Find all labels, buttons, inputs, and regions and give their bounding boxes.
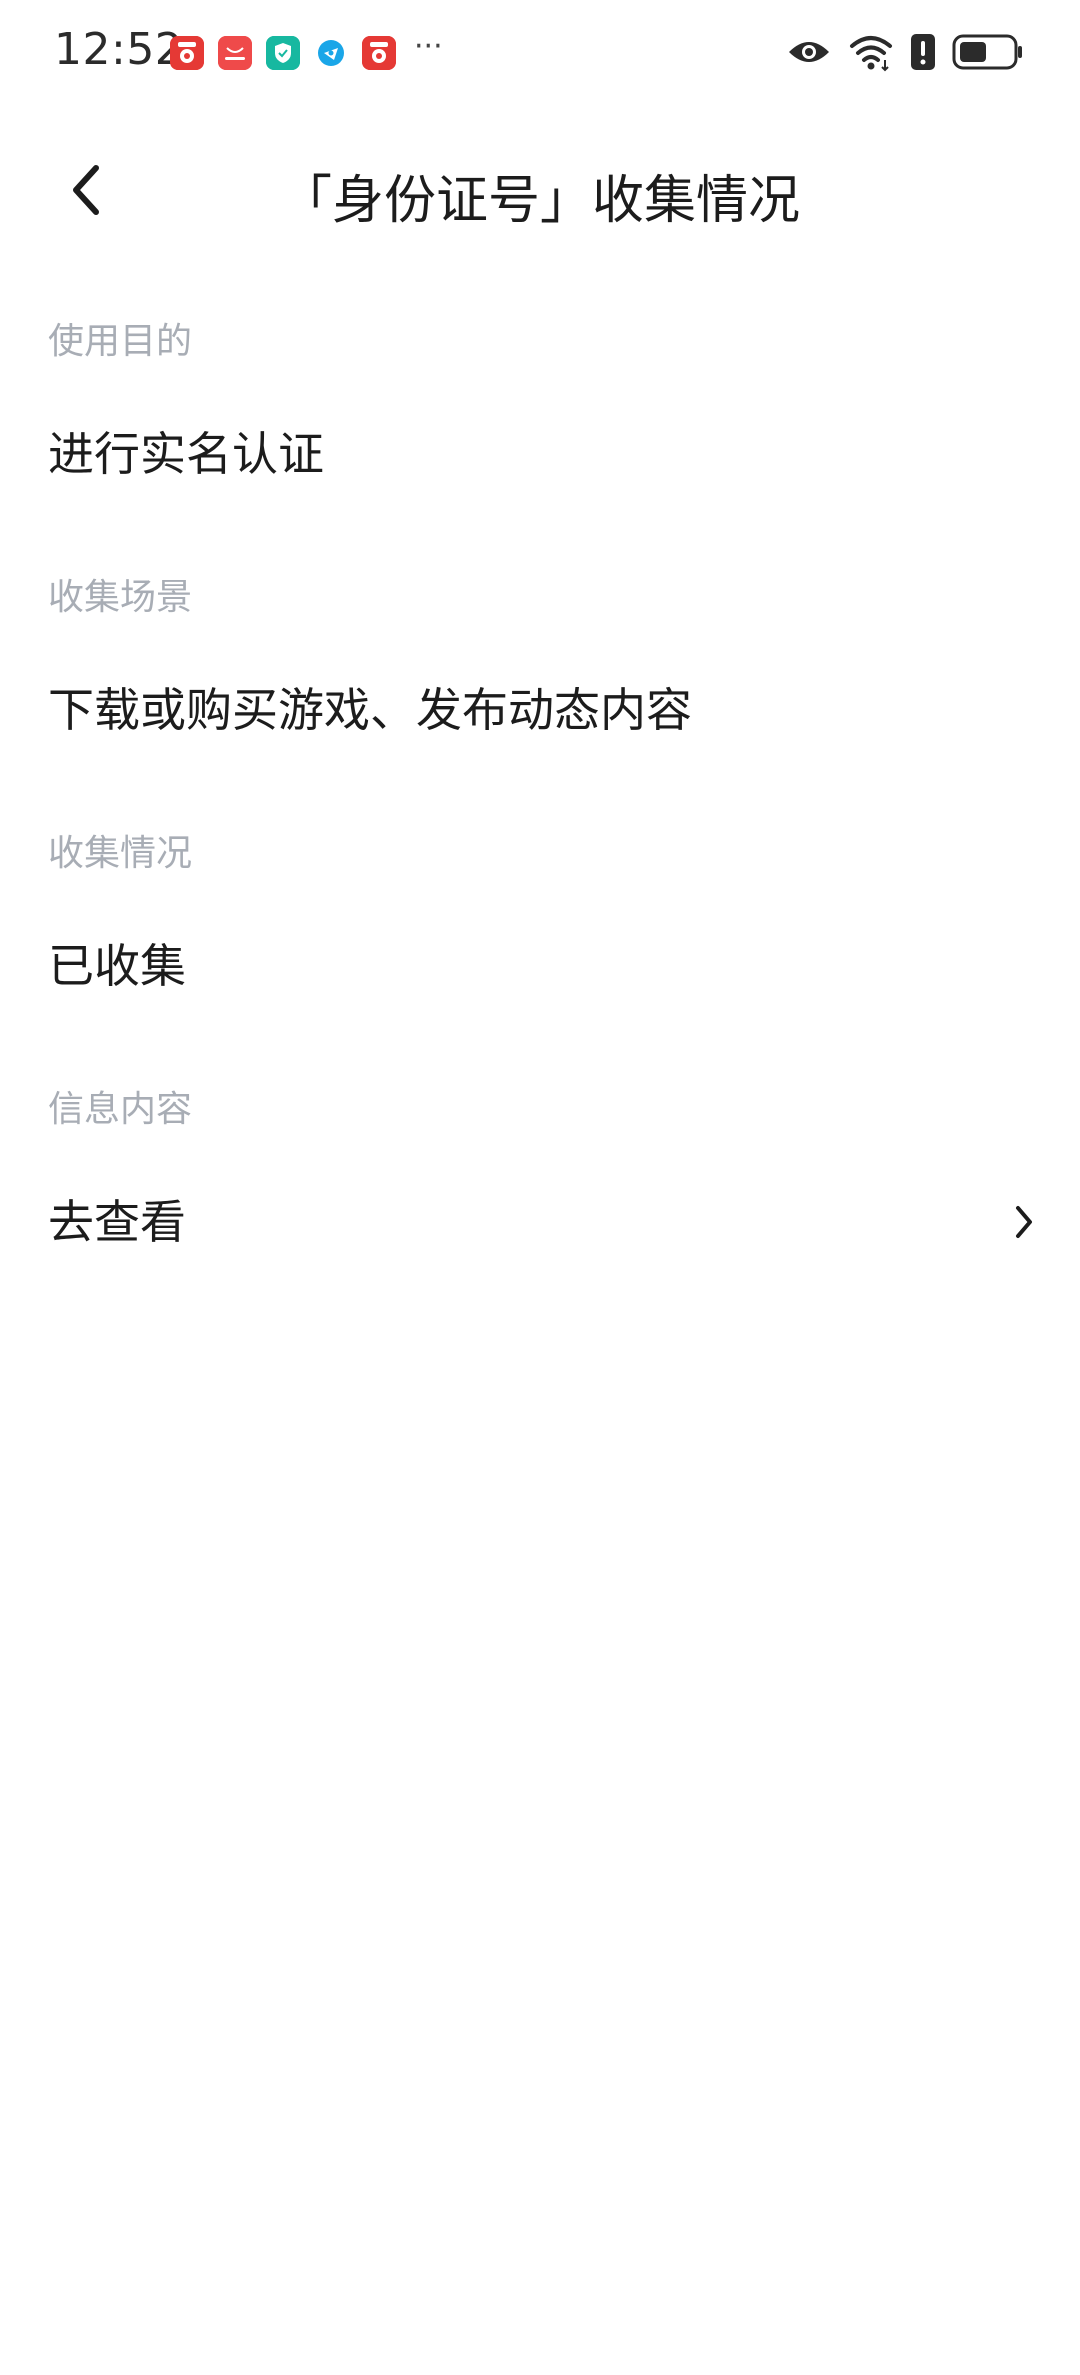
section-purpose: 使用目的 进行实名认证 bbox=[48, 318, 1038, 486]
section-label: 信息内容 bbox=[48, 1089, 193, 1130]
eye-comfort-icon bbox=[786, 35, 832, 69]
security-shield-icon bbox=[266, 36, 300, 70]
view-details-link[interactable]: 去查看 bbox=[48, 1190, 186, 1254]
page-title: 「身份证号」收集情况 bbox=[279, 171, 800, 231]
alert-icon bbox=[910, 33, 936, 71]
back-button[interactable] bbox=[48, 152, 124, 228]
section-label: 使用目的 bbox=[48, 321, 193, 362]
wifi-icon bbox=[848, 32, 894, 72]
section-info-content: 信息内容 去查看 bbox=[48, 1086, 1038, 1254]
notification-icons: ··· bbox=[170, 29, 443, 70]
more-notifications-indicator: ··· bbox=[414, 29, 443, 64]
video-app-icon bbox=[170, 36, 204, 70]
system-icons bbox=[770, 32, 1024, 72]
info-sections: 使用目的 进行实名认证 收集场景 下载或购买游戏、发布动态内容 收集情况 已收集… bbox=[48, 318, 1038, 1342]
section-value: 已收集 bbox=[48, 939, 186, 993]
video-app-icon bbox=[362, 36, 396, 70]
section-collection-status: 收集情况 已收集 bbox=[48, 830, 1038, 998]
view-details-row[interactable]: 去查看 bbox=[48, 1190, 1038, 1254]
status-bar: 12:52 ··· bbox=[0, 0, 1080, 110]
section-value: 进行实名认证 bbox=[48, 427, 324, 481]
section-value: 下载或购买游戏、发布动态内容 bbox=[48, 683, 692, 737]
browser-icon bbox=[314, 36, 348, 70]
section-label: 收集场景 bbox=[48, 577, 193, 618]
chevron-right-icon bbox=[1010, 1200, 1038, 1244]
chevron-left-icon bbox=[73, 165, 99, 215]
navigation-bar: 「身份证号」收集情况 bbox=[0, 130, 1080, 250]
status-time: 12:52 bbox=[54, 24, 184, 75]
section-label: 收集情况 bbox=[48, 833, 193, 874]
battery-icon bbox=[952, 33, 1024, 71]
section-scenario: 收集场景 下载或购买游戏、发布动态内容 bbox=[48, 574, 1038, 742]
huawei-store-icon bbox=[218, 36, 252, 70]
